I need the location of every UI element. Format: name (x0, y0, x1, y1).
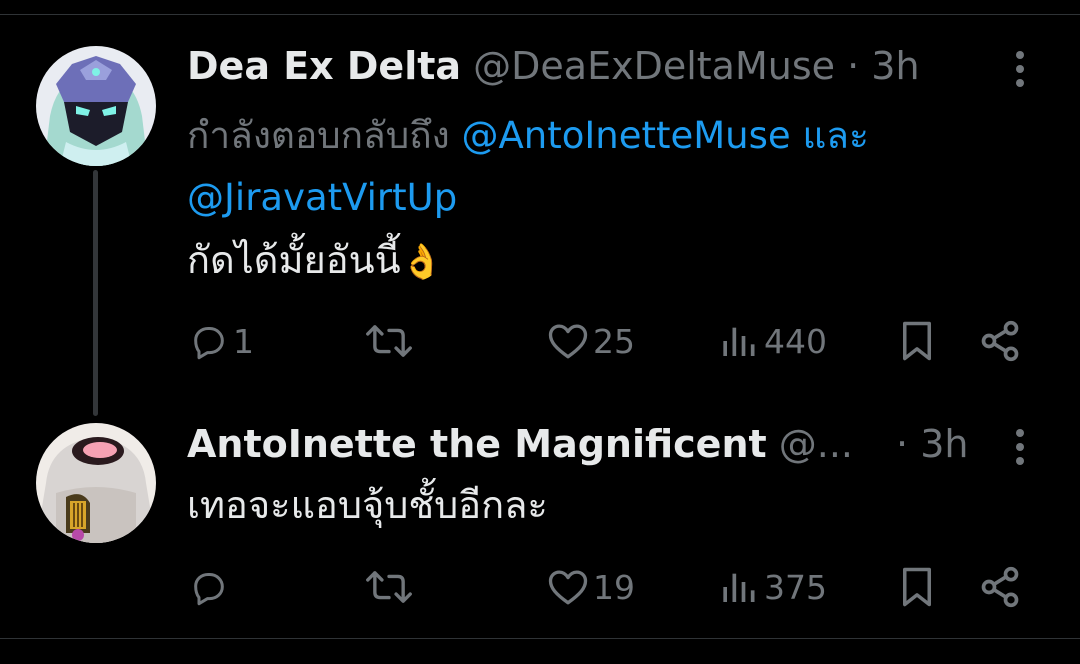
bookmark-button[interactable] (898, 316, 936, 366)
tweet-time: · 3h (896, 420, 968, 468)
reply-button[interactable]: 1 (189, 316, 254, 366)
mention-link[interactable]: @AntoInetteMuse (461, 114, 790, 157)
like-icon (548, 570, 588, 605)
pinching-hand-emoji: 👌 (400, 242, 443, 282)
like-button[interactable]: 25 (547, 316, 635, 366)
display-name[interactable]: Dea Ex Delta (187, 44, 461, 88)
action-bar: 1 25 440 (0, 316, 1080, 366)
avatar[interactable] (36, 423, 156, 543)
like-count: 19 (593, 567, 635, 607)
views-count: 440 (764, 321, 827, 361)
more-icon[interactable] (1004, 425, 1036, 469)
separator-dot: · (896, 422, 909, 466)
share-icon (981, 320, 1019, 362)
tweet-body: เทอจะแอบจุ้บชั้บอีกละ (187, 483, 548, 527)
reply-button[interactable] (189, 562, 233, 612)
views-count: 375 (764, 567, 827, 607)
reply-icon (194, 327, 224, 360)
separator-dot: · (847, 44, 860, 88)
replying-to-label: กำลังตอบกลับถึง (187, 114, 450, 157)
mention-link[interactable]: @JiravatVirtUp (187, 176, 457, 219)
thread-line (93, 170, 98, 416)
tweet-text: เทอจะแอบจุ้บชั้บอีกละ (187, 480, 548, 530)
like-count: 25 (593, 321, 635, 361)
retweet-button[interactable] (366, 562, 416, 612)
timestamp[interactable]: 3h (920, 422, 968, 466)
avatar-image (36, 423, 156, 543)
views-icon (723, 573, 755, 602)
retweet-icon (366, 325, 412, 357)
tweet-dea-ex-delta[interactable]: Dea Ex Delta @DeaExDeltaMuse · 3h กำลังต… (0, 0, 1080, 420)
action-bar: 19 375 (0, 562, 1080, 612)
reply-count: 1 (233, 321, 254, 361)
bookmark-button[interactable] (898, 562, 936, 612)
more-icon[interactable] (1004, 47, 1036, 91)
retweet-icon (366, 571, 412, 603)
avatar[interactable] (36, 46, 156, 166)
tweet-text: กัดได้มั้ยอันนี้👌 (187, 235, 443, 287)
user-handle[interactable]: @DeaExDeltaMuse (473, 44, 835, 88)
tweet-antoinette[interactable]: AntoInette the Magnificent @... · 3h เทอ… (0, 420, 1080, 638)
display-name[interactable]: AntoInette the Magnificent (187, 422, 767, 466)
replying-to: กำลังตอบกลับถึง @AntoInetteMuse และ @Jir… (187, 105, 1027, 229)
timestamp[interactable]: 3h (871, 44, 919, 88)
tweet-header: Dea Ex Delta @DeaExDeltaMuse · 3h (187, 42, 920, 90)
replying-to-conjunction: และ (802, 114, 869, 157)
user-handle[interactable]: @... (779, 422, 853, 466)
share-button[interactable] (978, 562, 1022, 612)
views-icon (723, 327, 755, 356)
share-button[interactable] (978, 316, 1022, 366)
avatar-image (36, 46, 156, 166)
retweet-button[interactable] (366, 316, 416, 366)
like-button[interactable]: 19 (547, 562, 635, 612)
bookmark-icon (903, 321, 931, 361)
share-icon (981, 566, 1019, 608)
like-icon (548, 324, 588, 359)
divider-bottom (0, 638, 1080, 639)
tweet-header: AntoInette the Magnificent @... (187, 420, 853, 468)
tweet-body: กัดได้มั้ยอันนี้ (187, 238, 401, 282)
views-button[interactable]: 375 (720, 562, 827, 612)
bookmark-icon (903, 567, 931, 607)
reply-icon (194, 573, 224, 606)
views-button[interactable]: 440 (720, 316, 827, 366)
